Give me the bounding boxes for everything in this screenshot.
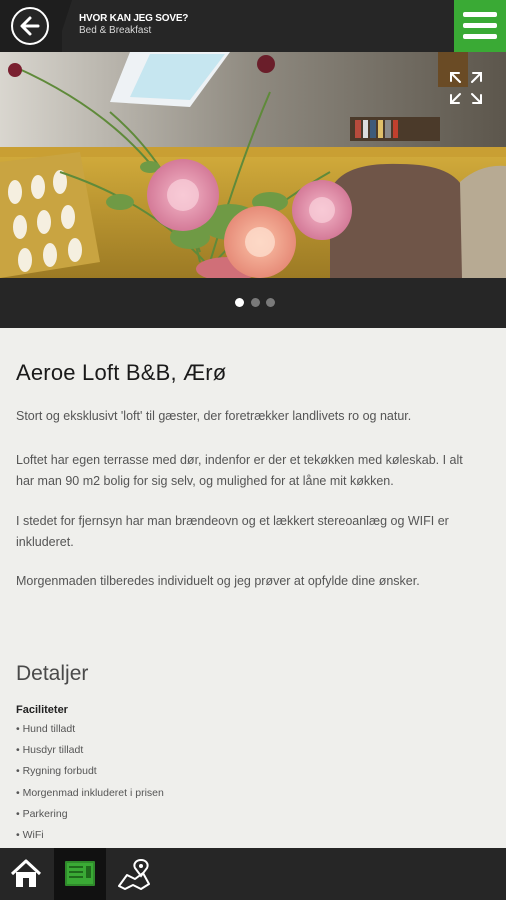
listing-content: Aeroe Loft B&B, Ærø Stort og eksklusivt … xyxy=(16,358,490,841)
nav-tab-map[interactable] xyxy=(108,848,160,900)
pager-dot[interactable] xyxy=(251,298,260,307)
fullscreen-button[interactable] xyxy=(448,70,484,106)
description-paragraph: Loftet har egen terrasse med dør, indenf… xyxy=(16,453,463,488)
arrow-left-icon xyxy=(20,16,40,36)
menu-icon xyxy=(463,12,497,17)
page-title: HVOR KAN JEG SOVE? xyxy=(79,13,189,24)
details-title: Detaljer xyxy=(16,662,89,685)
menu-button[interactable] xyxy=(454,0,506,52)
page-subtitle: Bed & Breakfast xyxy=(79,25,152,36)
menu-icon-bar xyxy=(463,34,497,39)
facility-item: • Parkering xyxy=(16,808,68,820)
gallery-photo xyxy=(0,52,506,278)
description-paragraph: I stedet for fjernsyn har man brændeovn … xyxy=(16,514,449,549)
pager-dot[interactable] xyxy=(235,298,244,307)
header-titles: HVOR KAN JEG SOVE? Bed & Breakfast xyxy=(79,13,188,37)
facility-item: • Hund tilladt xyxy=(16,723,76,735)
facilities-label: Faciliteter xyxy=(16,704,68,716)
pager-dot[interactable] xyxy=(266,298,275,307)
nav-tab-guide[interactable] xyxy=(54,848,106,900)
home-icon xyxy=(10,859,42,887)
listing-title: Aeroe Loft B&B, Ærø xyxy=(16,360,227,385)
nav-tab-home[interactable] xyxy=(0,848,52,900)
description-paragraph: Stort og eksklusivt 'loft' til gæster, d… xyxy=(16,409,412,423)
facility-item: • Rygning forbudt xyxy=(16,765,97,777)
top-bar: HVOR KAN JEG SOVE? Bed & Breakfast xyxy=(0,0,506,52)
gallery-pager xyxy=(0,278,506,328)
expand-icon xyxy=(450,72,482,104)
description-paragraph: Morgenmaden tilberedes individuelt og je… xyxy=(16,574,420,588)
back-button[interactable] xyxy=(11,7,49,45)
menu-icon-bar xyxy=(463,23,497,28)
guide-book-icon xyxy=(65,861,95,886)
facility-item: • WiFi xyxy=(16,829,44,841)
facility-item: • Morgenmad inkluderet i prisen xyxy=(16,787,164,799)
facility-item: • Husdyr tilladt xyxy=(16,744,84,756)
bottom-nav xyxy=(0,848,506,900)
photo-gallery[interactable] xyxy=(0,52,506,278)
map-icon xyxy=(118,858,150,890)
